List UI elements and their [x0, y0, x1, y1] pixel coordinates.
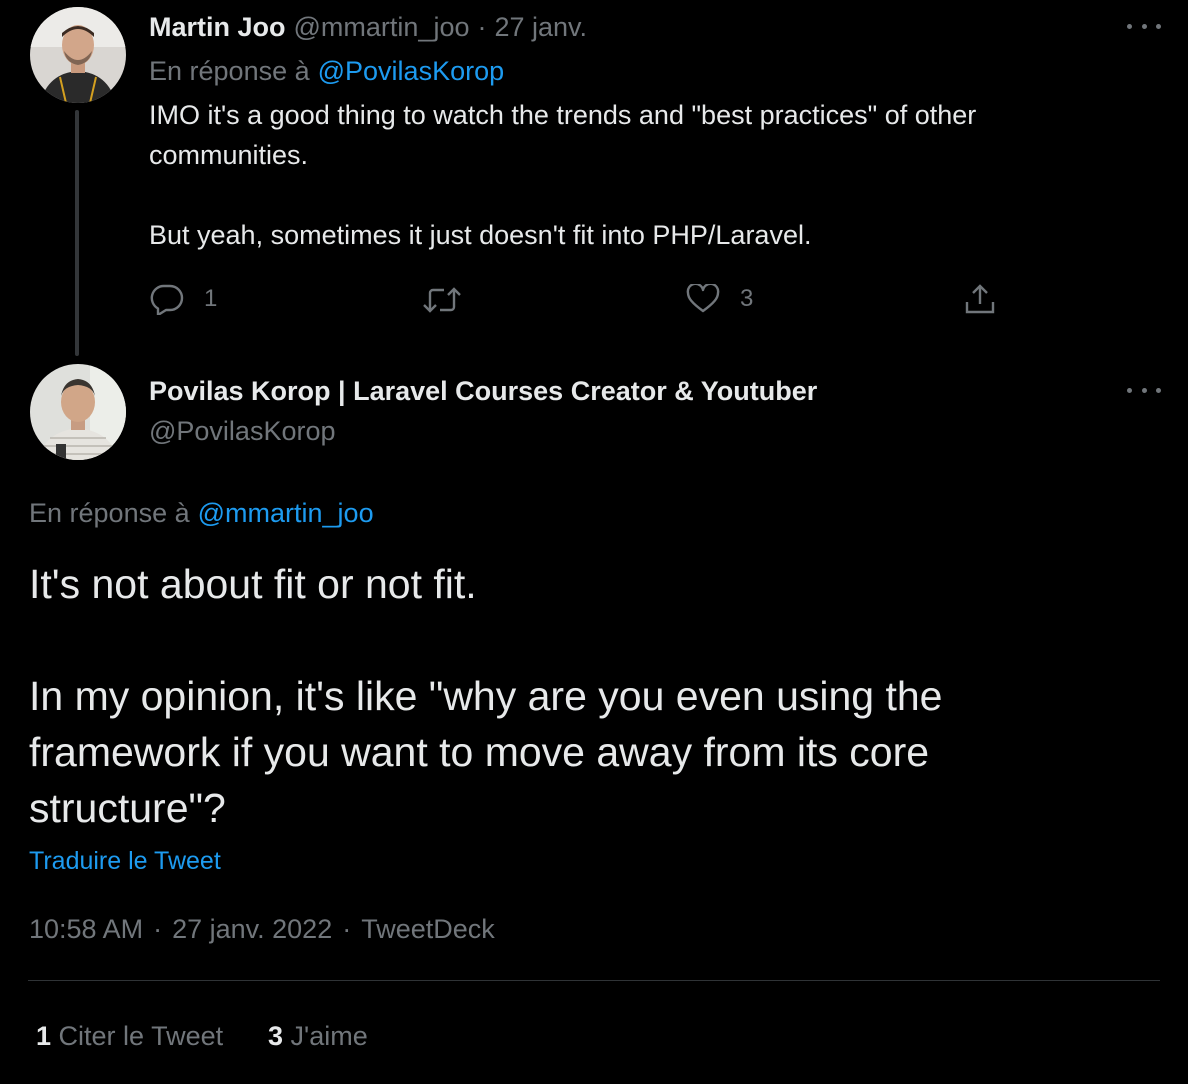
reply-tweet-text: IMO it's a good thing to watch the trend…	[149, 95, 1149, 255]
dot-icon	[1156, 387, 1161, 393]
retweet-icon	[423, 287, 461, 313]
share-action-button[interactable]	[963, 282, 997, 316]
meta-separator: ·	[153, 913, 163, 944]
dot-icon	[1156, 23, 1161, 29]
reply-action-button[interactable]: 1	[150, 283, 217, 315]
tweet-text-line: But yeah, sometimes it just doesn't fit …	[149, 220, 812, 250]
avatar-martin[interactable]	[30, 7, 126, 103]
replying-to-handle[interactable]: @PovilasKorop	[318, 56, 505, 87]
author-name[interactable]: Martin Joo	[149, 12, 286, 43]
more-options-button[interactable]	[1127, 21, 1161, 31]
like-count: 3	[740, 285, 754, 312]
tweet-source[interactable]: TweetDeck	[361, 914, 495, 945]
tweet-full-date[interactable]: 27 janv. 2022	[172, 914, 332, 945]
author-handle[interactable]: @mmartin_joo	[294, 12, 470, 43]
reply-count: 1	[204, 285, 218, 312]
replying-to: En réponse à @PovilasKorop	[149, 54, 504, 88]
thread-connector-line	[75, 110, 79, 356]
meta-separator: ·	[342, 913, 352, 944]
retweet-action-button[interactable]	[422, 285, 462, 315]
quote-label: Citer le Tweet	[58, 1021, 224, 1051]
header-separator: ·	[477, 11, 487, 42]
dot-icon	[1141, 23, 1147, 29]
reply-icon	[150, 284, 184, 315]
replying-to-prefix: En réponse à	[149, 55, 310, 86]
more-options-button[interactable]	[1127, 385, 1161, 395]
tweet-text-line: IMO it's a good thing to watch the trend…	[149, 100, 977, 130]
author-handle[interactable]: @PovilasKorop	[149, 414, 336, 448]
dot-icon	[1127, 387, 1132, 393]
replying-to: En réponse à @mmartin_joo	[29, 496, 374, 530]
likes-label: J'aime	[290, 1021, 368, 1051]
dot-icon	[1127, 23, 1132, 29]
likes-count: 3	[268, 1021, 284, 1051]
author-name[interactable]: Povilas Korop | Laravel Courses Creator …	[149, 374, 817, 408]
tweet-text-line: It's not about fit or not fit.	[29, 561, 477, 607]
main-tweet-text: It's not about fit or not fit. In my opi…	[29, 556, 1149, 836]
translate-tweet-link[interactable]: Traduire le Tweet	[29, 845, 221, 877]
share-icon	[965, 284, 995, 314]
likes-stat[interactable]: 3 J'aime	[268, 1019, 368, 1053]
tweet-text-line: structure"?	[29, 785, 226, 831]
avatar-povilas[interactable]	[30, 364, 126, 460]
tweet-date[interactable]: 27 janv.	[494, 12, 587, 43]
tweet-text-line: framework if you want to move away from …	[29, 729, 930, 775]
replying-to-prefix: En réponse à	[29, 497, 190, 528]
quote-tweets-stat[interactable]: 1 Citer le Tweet	[36, 1019, 223, 1053]
tweet-text-line: In my opinion, it's like "why are you ev…	[29, 673, 943, 719]
replying-to-handle[interactable]: @mmartin_joo	[198, 498, 374, 529]
quote-count: 1	[36, 1021, 52, 1051]
dot-icon	[1141, 387, 1147, 393]
like-action-button[interactable]: 3	[686, 284, 753, 314]
tweet-meta: 10:58 AM · 27 janv. 2022 · TweetDeck	[29, 911, 495, 947]
stats-divider	[28, 980, 1160, 981]
tweet-text-line: communities.	[149, 140, 309, 170]
tweet-time[interactable]: 10:58 AM	[29, 914, 143, 945]
reply-tweet-header: Martin Joo @mmartin_joo · 27 janv.	[149, 10, 587, 44]
heart-icon	[686, 284, 720, 313]
